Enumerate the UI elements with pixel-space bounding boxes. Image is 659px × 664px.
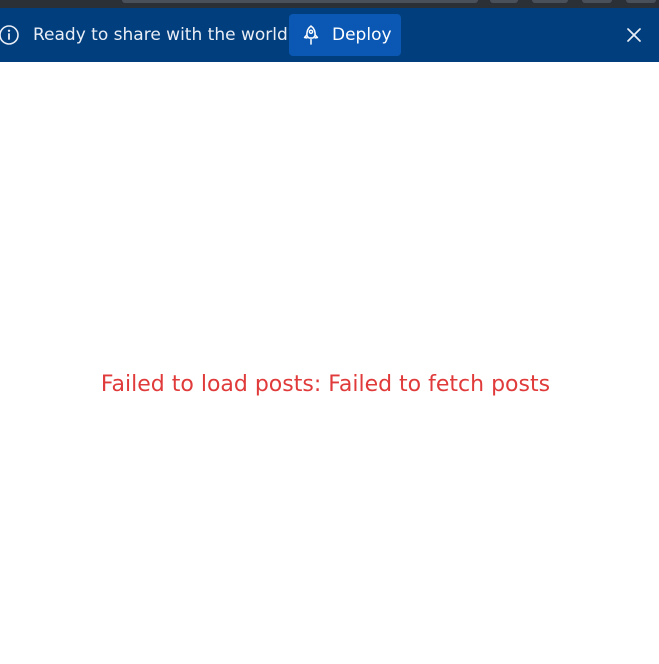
top-button-ghost xyxy=(582,0,612,3)
close-icon[interactable] xyxy=(624,25,644,45)
rocket-icon xyxy=(302,25,320,45)
deploy-banner: Ready to share with the world? Deploy xyxy=(0,8,659,62)
banner-message: Ready to share with the world? xyxy=(33,25,297,45)
top-tab-ghost xyxy=(122,0,478,3)
top-button-ghost xyxy=(626,0,656,3)
deploy-button[interactable]: Deploy xyxy=(289,14,401,56)
deploy-button-label: Deploy xyxy=(332,25,392,45)
error-message: Failed to load posts: Failed to fetch po… xyxy=(100,372,551,397)
info-icon xyxy=(0,24,20,46)
top-button-ghost xyxy=(490,0,518,3)
main-content: Failed to load posts: Failed to fetch po… xyxy=(0,62,659,664)
browser-top-strip xyxy=(0,0,659,8)
top-button-ghost xyxy=(532,0,568,3)
